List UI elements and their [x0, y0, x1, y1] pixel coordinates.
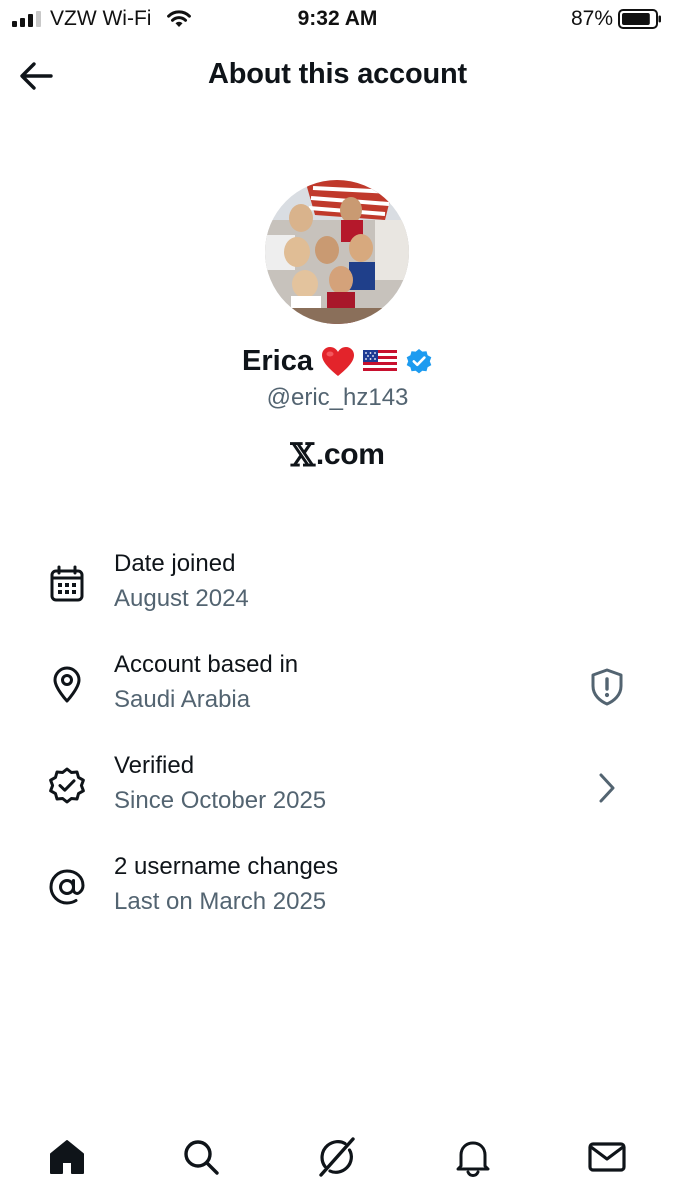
battery-percent: 87% — [570, 7, 613, 30]
user-handle: @eric_hz143 — [266, 384, 409, 411]
search-icon — [184, 1140, 219, 1175]
info-value: Last on March 2025 — [114, 888, 327, 915]
nav-messages[interactable] — [584, 1134, 630, 1180]
nav-grok[interactable] — [313, 1134, 359, 1180]
info-value: Saudi Arabia — [114, 686, 251, 713]
site-suffix: .com — [315, 438, 385, 471]
mail-icon — [588, 1142, 626, 1172]
verified-badge-icon[interactable] — [405, 348, 433, 376]
info-label: Date joined — [114, 550, 236, 577]
us-flag-emoji — [362, 349, 397, 374]
at-sign-icon — [47, 867, 87, 907]
heart-emoji — [321, 346, 354, 376]
profile-photo — [265, 180, 409, 324]
x-logo: 𝕏 — [290, 436, 315, 474]
info-label: Verified — [114, 752, 195, 779]
bottom-nav — [0, 1120, 675, 1200]
home-icon — [50, 1140, 84, 1174]
nav-search[interactable] — [178, 1134, 224, 1180]
site-label: 𝕏 .com — [0, 436, 675, 474]
bell-icon — [456, 1141, 490, 1177]
info-row-username-changes: 2 username changes Last on March 2025 — [0, 853, 675, 933]
name-row: Erica — [0, 345, 675, 378]
info-row-date-joined: Date joined August 2024 — [0, 550, 675, 630]
shield-alert-icon[interactable] — [587, 667, 627, 707]
calendar-icon — [47, 564, 87, 604]
nav-notifications[interactable] — [450, 1134, 496, 1180]
nav-home[interactable] — [44, 1134, 90, 1180]
info-label: Account based in — [114, 651, 299, 678]
info-value: August 2024 — [114, 585, 249, 612]
info-row-verified[interactable]: Verified Since October 2025 — [0, 752, 675, 832]
info-value: Since October 2025 — [114, 787, 327, 814]
info-row-account-based-in: Account based in Saudi Arabia — [0, 651, 675, 731]
page-title: About this account — [207, 58, 467, 90]
grok-icon — [319, 1137, 355, 1177]
verified-seal-icon — [47, 766, 87, 806]
chevron-right-icon[interactable] — [587, 768, 627, 808]
avatar[interactable] — [265, 180, 409, 324]
status-bar: VZW Wi-Fi 9:32 AM 87% — [0, 0, 675, 38]
location-pin-icon — [47, 665, 87, 705]
display-name: Erica — [242, 345, 313, 377]
info-label: 2 username changes — [114, 853, 339, 880]
battery-icon — [618, 9, 661, 29]
